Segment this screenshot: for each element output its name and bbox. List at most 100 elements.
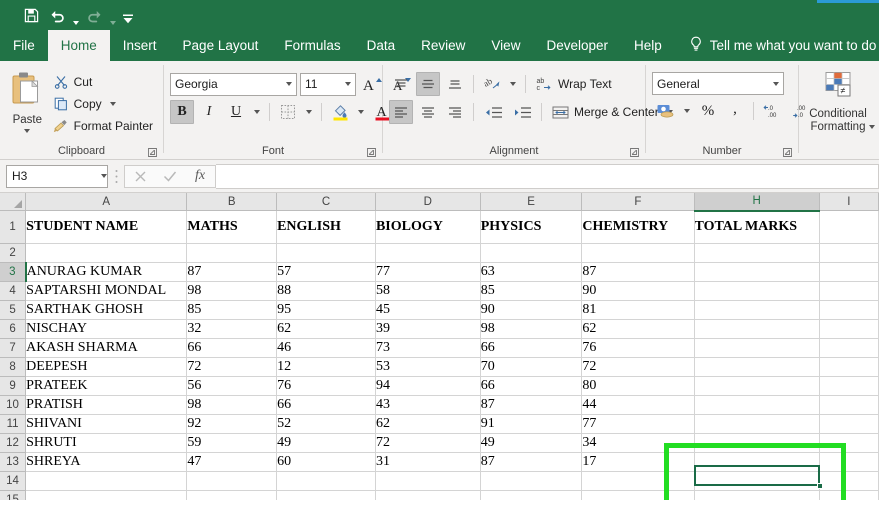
increase-font-size-button[interactable]: A bbox=[359, 72, 385, 96]
cell-H2[interactable] bbox=[694, 243, 820, 263]
font-dialog-launcher[interactable] bbox=[366, 147, 377, 158]
cell-D4[interactable]: 58 bbox=[375, 281, 481, 301]
cell-F3[interactable]: 87 bbox=[581, 262, 695, 282]
cell-I12[interactable] bbox=[819, 433, 879, 453]
cell-F11[interactable]: 77 bbox=[581, 414, 695, 434]
column-header-b[interactable]: B bbox=[186, 193, 278, 211]
cell-A15[interactable] bbox=[25, 490, 188, 500]
cell-C15[interactable] bbox=[276, 490, 376, 500]
cell-D6[interactable]: 39 bbox=[375, 319, 481, 339]
insert-function-icon[interactable]: fx bbox=[185, 167, 215, 186]
cell-F15[interactable] bbox=[581, 490, 695, 500]
cell-A8[interactable]: DEEPESH bbox=[25, 357, 188, 377]
cell-C8[interactable]: 12 bbox=[276, 357, 376, 377]
tell-me-search[interactable]: Tell me what you want to do bbox=[675, 30, 876, 61]
cell-F14[interactable] bbox=[581, 471, 695, 491]
cell-A13[interactable]: SHREYA bbox=[25, 452, 188, 472]
fill-handle[interactable] bbox=[817, 483, 823, 489]
customize-quick-access-toolbar-icon[interactable] bbox=[118, 0, 138, 33]
cell-E2[interactable] bbox=[480, 243, 583, 263]
percent-style-button[interactable]: % bbox=[696, 99, 720, 123]
cell-C14[interactable] bbox=[276, 471, 376, 491]
cell-D8[interactable]: 53 bbox=[375, 357, 481, 377]
cell-H11[interactable] bbox=[694, 414, 820, 434]
cell-B11[interactable]: 92 bbox=[186, 414, 278, 434]
tab-developer[interactable]: Developer bbox=[533, 30, 621, 61]
format-painter-button[interactable]: Format Painter bbox=[49, 116, 157, 136]
cell-D14[interactable] bbox=[375, 471, 481, 491]
tab-file[interactable]: File bbox=[0, 30, 48, 61]
cell-E10[interactable]: 87 bbox=[480, 395, 583, 415]
cell-I2[interactable] bbox=[819, 243, 879, 263]
row-header-7[interactable]: 7 bbox=[0, 338, 27, 358]
cell-B1[interactable]: MATHS bbox=[186, 210, 278, 244]
cell-C11[interactable]: 52 bbox=[276, 414, 376, 434]
cell-A1[interactable]: STUDENT NAME bbox=[25, 210, 188, 244]
cell-I14[interactable] bbox=[819, 471, 879, 491]
font-name-combo[interactable]: Georgia bbox=[170, 72, 297, 96]
row-header-5[interactable]: 5 bbox=[0, 300, 27, 320]
name-box-dropdown-icon[interactable] bbox=[101, 174, 107, 178]
row-header-10[interactable]: 10 bbox=[0, 395, 27, 415]
cell-D15[interactable] bbox=[375, 490, 481, 500]
tab-formulas[interactable]: Formulas bbox=[271, 30, 353, 61]
orientation-dropdown-icon[interactable] bbox=[507, 73, 519, 95]
underline-button[interactable]: U bbox=[224, 100, 248, 124]
cell-E4[interactable]: 85 bbox=[480, 281, 583, 301]
cell-E15[interactable] bbox=[480, 490, 583, 500]
cell-B15[interactable] bbox=[186, 490, 278, 500]
row-header-3[interactable]: 3 bbox=[0, 262, 27, 282]
cell-E12[interactable]: 49 bbox=[480, 433, 583, 453]
cell-H12[interactable] bbox=[694, 433, 820, 453]
cell-C4[interactable]: 88 bbox=[276, 281, 376, 301]
orientation-button[interactable]: ab bbox=[480, 72, 504, 96]
cell-B9[interactable]: 56 bbox=[186, 376, 278, 396]
cell-E7[interactable]: 66 bbox=[480, 338, 583, 358]
cell-F4[interactable]: 90 bbox=[581, 281, 695, 301]
cell-H14[interactable] bbox=[694, 471, 820, 491]
comma-style-button[interactable]: , bbox=[723, 99, 747, 123]
alignment-dialog-launcher[interactable] bbox=[629, 147, 640, 158]
cell-F1[interactable]: CHEMISTRY bbox=[581, 210, 695, 244]
cell-I15[interactable] bbox=[819, 490, 879, 500]
row-header-11[interactable]: 11 bbox=[0, 414, 27, 434]
cell-H10[interactable] bbox=[694, 395, 820, 415]
tab-help[interactable]: Help bbox=[621, 30, 675, 61]
number-format-dropdown-icon[interactable] bbox=[768, 73, 783, 94]
font-size-combo[interactable]: 11 bbox=[300, 72, 356, 96]
row-header-14[interactable]: 14 bbox=[0, 471, 27, 491]
cut-button[interactable]: Cut bbox=[49, 72, 157, 92]
align-center-button[interactable] bbox=[416, 100, 440, 124]
row-header-9[interactable]: 9 bbox=[0, 376, 27, 396]
cell-H5[interactable] bbox=[694, 300, 820, 320]
row-header-1[interactable]: 1 bbox=[0, 210, 27, 244]
row-header-8[interactable]: 8 bbox=[0, 357, 27, 377]
cell-C7[interactable]: 46 bbox=[276, 338, 376, 358]
tab-view[interactable]: View bbox=[478, 30, 533, 61]
cell-B6[interactable]: 32 bbox=[186, 319, 278, 339]
wrap-text-button[interactable]: ab c Wrap Text bbox=[532, 73, 616, 95]
italic-button[interactable]: I bbox=[197, 100, 221, 124]
cell-B4[interactable]: 98 bbox=[186, 281, 278, 301]
number-dialog-launcher[interactable] bbox=[782, 147, 793, 158]
column-header-d[interactable]: D bbox=[375, 193, 481, 211]
column-header-e[interactable]: E bbox=[480, 193, 583, 211]
cell-D5[interactable]: 45 bbox=[375, 300, 481, 320]
align-middle-button[interactable] bbox=[416, 72, 440, 96]
row-header-13[interactable]: 13 bbox=[0, 452, 27, 472]
cell-E11[interactable]: 91 bbox=[480, 414, 583, 434]
cell-B2[interactable] bbox=[186, 243, 278, 263]
save-icon[interactable] bbox=[18, 2, 44, 28]
cell-E6[interactable]: 98 bbox=[480, 319, 583, 339]
cell-A6[interactable]: NISCHAY bbox=[25, 319, 188, 339]
cell-E9[interactable]: 66 bbox=[480, 376, 583, 396]
tab-data[interactable]: Data bbox=[354, 30, 409, 61]
cell-H6[interactable] bbox=[694, 319, 820, 339]
cell-A3[interactable]: ANURAG KUMAR bbox=[24, 262, 188, 282]
cell-B12[interactable]: 59 bbox=[186, 433, 278, 453]
paste-dropdown-icon[interactable] bbox=[24, 129, 31, 133]
column-header-i[interactable]: I bbox=[819, 193, 879, 211]
cell-H9[interactable] bbox=[694, 376, 820, 396]
select-all-corner[interactable] bbox=[0, 193, 27, 211]
borders-dropdown-icon[interactable] bbox=[303, 101, 315, 123]
